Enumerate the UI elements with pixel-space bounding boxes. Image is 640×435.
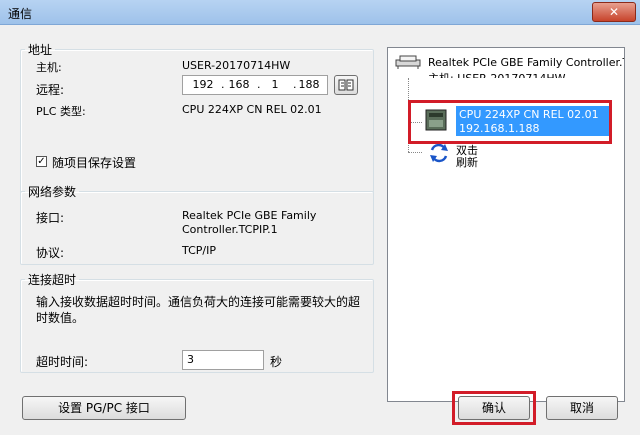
remote-ip-input[interactable]: 192 . 168 . 1 . 188 [182,75,328,95]
tree-host-label: 主机: USER-20170714HW [428,70,566,78]
tree-adapter-label[interactable]: Realtek PCIe GBE Family Controller.TCPI [428,56,624,69]
close-button[interactable]: ✕ [592,2,636,22]
save-with-project-checkbox[interactable]: ✓ [36,156,47,167]
tree-refresh-line2[interactable]: 刷新 [456,154,478,170]
timeout-unit: 秒 [270,355,283,369]
refresh-icon [430,143,448,163]
timeout-description-line1: 输入接收数据超时时间。通信负荷大的连接可能需要较大的超 [36,295,361,309]
annotation-red-box-ok [452,391,536,425]
close-icon: ✕ [608,5,620,19]
plc-type-value: CPU 224XP CN REL 02.01 [182,103,322,116]
dialog-client: 地址 主机: USER-20170714HW 远程: 192 . 168 . 1… [0,25,640,435]
protocol-value: TCP/IP [182,244,216,257]
save-with-project-label: 随项目保存设置 [52,156,137,170]
address-book-button[interactable] [334,75,358,95]
timeout-description-line2: 时数值。 [36,311,85,325]
window-title: 通信 [8,7,33,21]
ip-octet-4: 188 [298,78,320,91]
network-adapter-icon [395,55,421,69]
tree-branch-2 [408,152,422,153]
timeout-legend: 连接超时 [28,273,77,287]
network-legend: 网络参数 [28,185,77,199]
plc-type-label: PLC 类型: [36,105,86,118]
setup-pgpc-interface-button[interactable]: 设置 PG/PC 接口 [22,396,186,420]
protocol-label: 协议: [36,246,65,260]
ip-octet-2: 168 [228,78,250,91]
timeout-input[interactable]: 3 [182,350,264,370]
remote-label: 远程: [36,83,65,97]
title-bar: 通信 ✕ [0,0,640,25]
annotation-red-box-device [408,100,612,144]
interface-value-line1: Realtek PCIe GBE Family [182,209,317,222]
interface-value-line2: Controller.TCPIP.1 [182,223,278,236]
ip-octet-3: 1 [271,78,279,91]
device-tree[interactable]: Realtek PCIe GBE Family Controller.TCPI … [387,47,625,402]
host-label: 主机: [36,61,62,74]
timeout-label: 超时时间: [36,355,89,369]
host-value: USER-20170714HW [182,59,291,72]
ip-octet-1: 192 [192,78,214,91]
interface-label: 接口: [36,211,65,225]
book-icon [338,79,354,91]
address-legend: 地址 [28,43,53,57]
cancel-button[interactable]: 取消 [546,396,618,420]
